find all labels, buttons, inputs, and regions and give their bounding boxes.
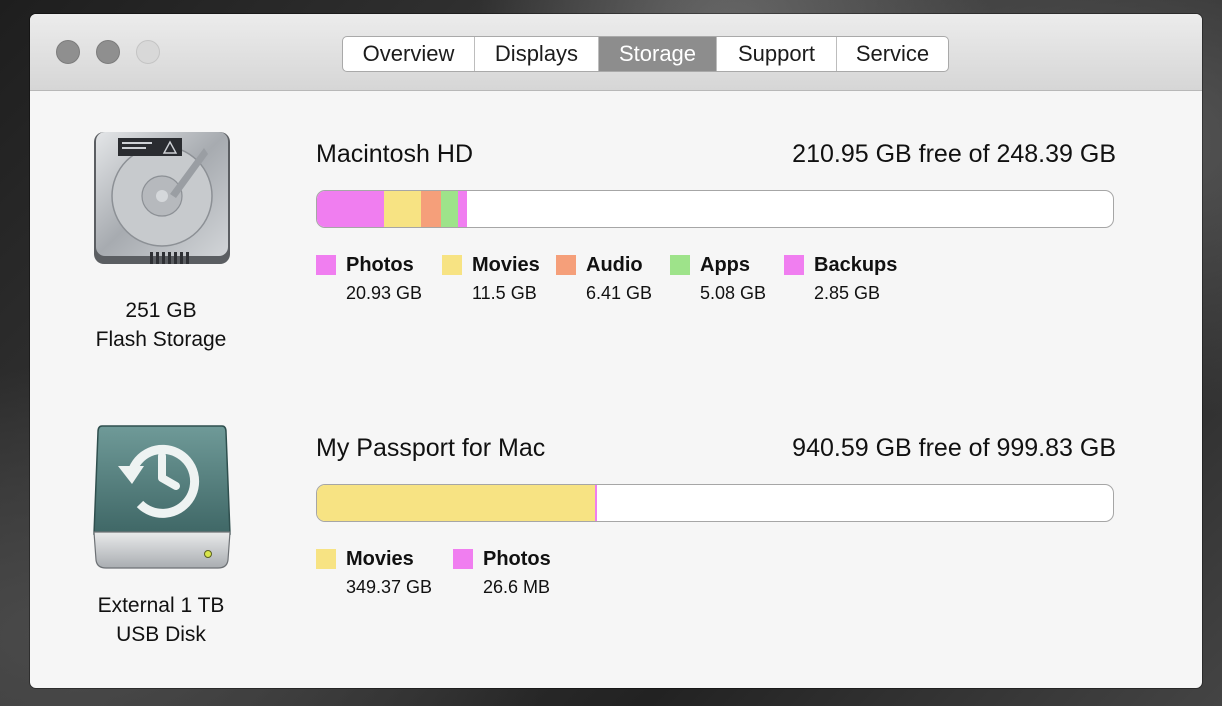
tab-storage[interactable]: Storage <box>599 37 717 71</box>
legend-swatch <box>670 255 690 275</box>
disk1-caption: 251 GB Flash Storage <box>61 296 261 354</box>
storage-legend: Movies 349.37 GB Photos 26.6 MB <box>316 547 583 598</box>
volume-name: My Passport for Mac <box>316 434 546 462</box>
legend-swatch <box>316 255 336 275</box>
tab-overview[interactable]: Overview <box>343 37 475 71</box>
bar-segment-photos <box>595 485 598 521</box>
legend-item-backups: Backups 2.85 GB <box>784 253 914 304</box>
time-machine-external-drive-icon <box>93 425 231 569</box>
volume-free-space: 940.59 GB free of 999.83 GB <box>792 434 1116 462</box>
disk1-type: Flash Storage <box>95 328 227 351</box>
legend-swatch <box>784 255 804 275</box>
bar-segment-audio <box>420 191 442 227</box>
legend-category-size: 5.08 GB <box>700 283 767 303</box>
legend-category-name: Photos <box>483 548 551 570</box>
storage-usage-bar <box>316 484 1114 522</box>
legend-swatch <box>453 549 473 569</box>
storage-legend: Photos 20.93 GB Movies 11.5 GB Audio 6.4… <box>316 253 914 304</box>
disk2-caption: External 1 TB USB Disk <box>61 591 261 649</box>
disk2-type: USB Disk <box>116 623 206 646</box>
legend-category-name: Movies <box>472 254 540 276</box>
tab-bar: Overview Displays Storage Support Servic… <box>342 36 949 72</box>
window-titlebar: Overview Displays Storage Support Servic… <box>30 14 1202 91</box>
legend-category-name: Audio <box>586 254 643 276</box>
legend-category-size: 11.5 GB <box>472 283 537 303</box>
tab-displays[interactable]: Displays <box>475 37 599 71</box>
bar-segment-movies <box>384 191 421 227</box>
legend-item-movies: Movies 349.37 GB <box>316 547 453 598</box>
legend-swatch <box>316 549 336 569</box>
legend-item-apps: Apps 5.08 GB <box>670 253 784 304</box>
legend-category-size: 26.6 MB <box>483 577 551 597</box>
legend-category-name: Movies <box>346 548 414 570</box>
legend-category-name: Backups <box>814 254 898 276</box>
legend-category-name: Photos <box>346 254 414 276</box>
legend-category-size: 6.41 GB <box>586 283 653 303</box>
bar-segment-backups <box>457 191 467 227</box>
legend-category-name: Apps <box>700 254 750 276</box>
tab-service[interactable]: Service <box>837 37 948 71</box>
disk1-capacity: 251 GB <box>125 299 197 322</box>
tab-support[interactable]: Support <box>717 37 837 71</box>
volume-free-space: 210.95 GB free of 248.39 GB <box>792 140 1116 168</box>
legend-swatch <box>442 255 462 275</box>
zoom-button[interactable] <box>136 40 160 64</box>
close-button[interactable] <box>56 40 80 64</box>
disk2-capacity: External 1 TB <box>97 594 225 617</box>
legend-category-size: 20.93 GB <box>346 283 423 303</box>
bar-segment-apps <box>441 191 458 227</box>
legend-swatch <box>556 255 576 275</box>
legend-item-audio: Audio 6.41 GB <box>556 253 670 304</box>
legend-category-size: 349.37 GB <box>346 577 433 597</box>
bar-segment-photos <box>317 191 385 227</box>
bar-segment-movies <box>317 485 596 521</box>
minimize-button[interactable] <box>96 40 120 64</box>
legend-item-photos: Photos 20.93 GB <box>316 253 442 304</box>
storage-usage-bar <box>316 190 1114 228</box>
legend-item-movies: Movies 11.5 GB <box>442 253 556 304</box>
legend-item-photos: Photos 26.6 MB <box>453 547 583 598</box>
volume-name: Macintosh HD <box>316 140 473 168</box>
internal-hard-drive-icon <box>94 132 230 264</box>
legend-category-size: 2.85 GB <box>814 283 881 303</box>
about-this-mac-window: Overview Displays Storage Support Servic… <box>30 14 1202 688</box>
